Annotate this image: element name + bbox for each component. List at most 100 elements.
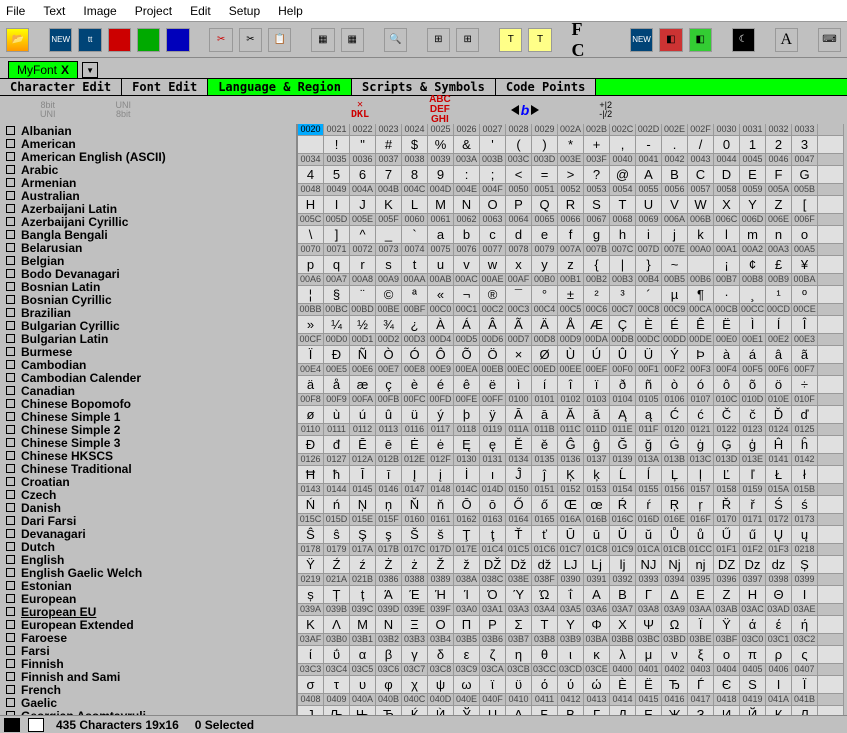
glyph-cell[interactable]: Q [532, 196, 558, 214]
glyph-cell[interactable]: ĺ [636, 466, 662, 484]
menu-file[interactable]: File [6, 4, 25, 18]
glyph-cell[interactable]: 6 [350, 166, 376, 184]
glyph-cell[interactable]: į [428, 466, 454, 484]
glyph-cell[interactable]: Ů [662, 526, 688, 544]
glyph-cell[interactable]: g [584, 226, 610, 244]
glyph-cell[interactable]: e [532, 226, 558, 244]
glyph-cell[interactable]: ¯ [506, 286, 532, 304]
glyph-cell[interactable]: J [350, 196, 376, 214]
opt-8bit2[interactable]: 8bit [116, 110, 131, 119]
glyph-cell[interactable]: Ħ [298, 466, 324, 484]
checkbox-icon[interactable] [6, 503, 15, 512]
glyph-cell[interactable]: Ó [402, 346, 428, 364]
glyph-cell[interactable]: < [506, 166, 532, 184]
checkbox-icon[interactable] [6, 477, 15, 486]
glyph-cell[interactable]: > [558, 166, 584, 184]
checkbox-icon[interactable] [6, 607, 15, 616]
lang-item[interactable]: Chinese Simple 2 [0, 423, 296, 436]
checkbox-icon[interactable] [6, 425, 15, 434]
checkbox-icon[interactable] [6, 334, 15, 343]
glyph-cell[interactable]: Õ [454, 346, 480, 364]
subtab-code-points[interactable]: Code Points [496, 79, 596, 95]
glyph-cell[interactable]: « [428, 286, 454, 304]
glyph-cell[interactable]: Ø [532, 346, 558, 364]
right-arrow-icon[interactable] [531, 105, 539, 115]
glyph-cell[interactable]: $ [402, 136, 428, 154]
glyph-cell[interactable]: Ρ [480, 616, 506, 634]
glyph-cell[interactable]: ŝ [324, 526, 350, 544]
glyph-cell[interactable]: ħ [324, 466, 350, 484]
glyph-cell[interactable]: Ī [350, 466, 376, 484]
glyph-cell[interactable]: ș [298, 586, 324, 604]
glyph-cell[interactable]: Ā [506, 406, 532, 424]
menu-setup[interactable]: Setup [229, 4, 260, 18]
glyph-cell[interactable]: ς [792, 646, 818, 664]
checkbox-icon[interactable] [6, 139, 15, 148]
glyph-cell[interactable]: K [376, 196, 402, 214]
font-a-button[interactable]: A [775, 28, 798, 52]
glyph-cell[interactable]: a [428, 226, 454, 244]
glyph-cell[interactable]: Ę [454, 436, 480, 454]
glyph-cell[interactable]: ø [298, 406, 324, 424]
glyph-cell[interactable]: ë [480, 376, 506, 394]
glyph-cell[interactable]: ŗ [688, 496, 714, 514]
glyph-cell[interactable]: ¨ [350, 286, 376, 304]
cut-button[interactable]: ✂ [209, 28, 232, 52]
glyph-cell[interactable]: Ý [662, 346, 688, 364]
checkbox-icon[interactable] [6, 490, 15, 499]
glyph-cell[interactable]: © [376, 286, 402, 304]
glyph-cell[interactable]: ¸ [740, 286, 766, 304]
checkbox-icon[interactable] [6, 698, 15, 707]
glyph-cell[interactable]: j [662, 226, 688, 244]
glyph-cell[interactable]: þ [454, 406, 480, 424]
glyph-cell[interactable]: y [532, 256, 558, 274]
color-green-button[interactable] [137, 28, 160, 52]
glyph-cell[interactable]: Ǆ [480, 556, 506, 574]
glyph-cell[interactable]: đ [324, 436, 350, 454]
lang-item[interactable]: Arabic [0, 163, 296, 176]
glyph-cell[interactable]: μ [636, 646, 662, 664]
checkbox-icon[interactable] [6, 217, 15, 226]
checkbox-icon[interactable] [6, 412, 15, 421]
glyph-cell[interactable]: ė [428, 436, 454, 454]
glyph-cell[interactable]: Μ [350, 616, 376, 634]
glyph-cell[interactable]: - [636, 136, 662, 154]
glyph-cell[interactable]: = [532, 166, 558, 184]
glyph-cell[interactable]: Á [454, 316, 480, 334]
lang-item[interactable]: Danish [0, 501, 296, 514]
glyph-cell[interactable]: ř [740, 496, 766, 514]
glyph-cell[interactable]: 8 [402, 166, 428, 184]
glyph-cell[interactable]: Ι [792, 586, 818, 604]
glyph-cell[interactable]: Ή [428, 586, 454, 604]
glyph-cell[interactable]: ο [714, 646, 740, 664]
glyph-cell[interactable]: ' [480, 136, 506, 154]
lang-item[interactable]: Croatian [0, 475, 296, 488]
checkbox-icon[interactable] [6, 438, 15, 447]
lang-item[interactable]: European [0, 592, 296, 605]
open-button[interactable]: 📂 [6, 28, 29, 52]
glyph-cell[interactable]: Χ [610, 616, 636, 634]
tab-dropdown[interactable]: ▼ [82, 62, 98, 78]
glyph-cell[interactable]: ı [480, 466, 506, 484]
checkbox-icon[interactable] [6, 282, 15, 291]
glyph-cell[interactable]: _ [376, 226, 402, 244]
glyph-cell[interactable]: I [324, 196, 350, 214]
nav-arrows[interactable]: b [511, 102, 540, 118]
glyph-cell[interactable]: Ě [506, 436, 532, 454]
lang-item[interactable]: Bulgarian Cyrillic [0, 319, 296, 332]
glyph-cell[interactable]: Δ [662, 586, 688, 604]
glyph-cell[interactable]: í [532, 376, 558, 394]
glyph-cell[interactable]: V [662, 196, 688, 214]
glyph-cell[interactable]: Ù [558, 346, 584, 364]
lang-item[interactable]: European EU [0, 605, 296, 618]
glyph-cell[interactable]: 4 [298, 166, 324, 184]
glyph-cell[interactable]: à [714, 346, 740, 364]
glyph-cell[interactable]: Ü [636, 346, 662, 364]
checkbox-icon[interactable] [6, 126, 15, 135]
copy-button[interactable]: ✂ [239, 28, 262, 52]
lang-item[interactable]: European Extended [0, 618, 296, 631]
lang-item[interactable]: Azerbaijani Cyrillic [0, 215, 296, 228]
glyph-cell[interactable]: ń [324, 496, 350, 514]
glyph-cell[interactable]: Ǉ [558, 556, 584, 574]
glyph-cell[interactable]: ģ [740, 436, 766, 454]
